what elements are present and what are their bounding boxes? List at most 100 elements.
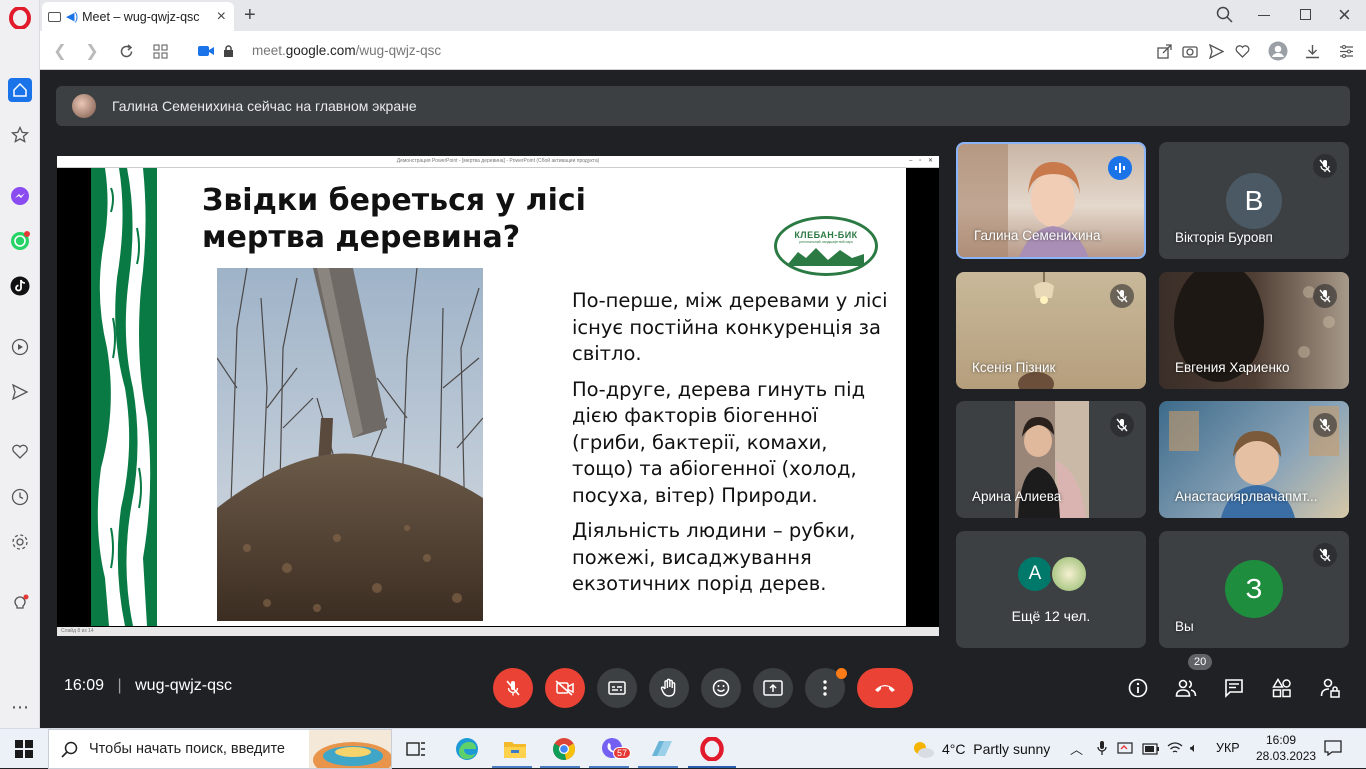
powerpoint-window-title: Демонстрация PowerPoint - [мертва дереви… bbox=[396, 158, 600, 164]
easy-setup-grid-icon[interactable] bbox=[150, 41, 170, 61]
forest-photo bbox=[217, 268, 483, 621]
back-icon[interactable]: ❮ bbox=[50, 41, 70, 61]
more-options-button[interactable] bbox=[805, 668, 847, 708]
snipping-tool-icon[interactable] bbox=[650, 737, 674, 761]
opera-taskbar-icon[interactable] bbox=[700, 737, 724, 761]
minimize-button[interactable] bbox=[1258, 15, 1270, 16]
lightbulb-icon[interactable] bbox=[8, 591, 32, 615]
partly-sunny-icon bbox=[914, 742, 934, 758]
language-indicator[interactable]: УКР bbox=[1216, 741, 1240, 755]
battery-tray-icon[interactable] bbox=[1142, 742, 1160, 760]
network-tray-icon[interactable] bbox=[1117, 740, 1133, 761]
slide-counter: Слайд 8 из 14 bbox=[61, 628, 94, 634]
participant-name: Арина Алиева bbox=[972, 489, 1062, 504]
slide-paragraph-3: Діяльність людини – рубки, пожежі, висад… bbox=[572, 519, 856, 595]
reactions-button[interactable] bbox=[701, 668, 741, 708]
close-window-button[interactable]: × bbox=[1338, 2, 1351, 28]
participant-tile[interactable]: Евгения Хариенко bbox=[1159, 272, 1349, 389]
settings-gear-icon[interactable] bbox=[8, 530, 32, 554]
speaker-icon[interactable]: ◀) bbox=[66, 10, 78, 23]
weather-widget[interactable]: 4°C Partly sunny bbox=[910, 739, 1050, 759]
camera-toggle-button[interactable] bbox=[545, 668, 585, 708]
captions-icon bbox=[608, 681, 626, 695]
reload-icon[interactable] bbox=[116, 41, 136, 61]
taskbar-search[interactable]: Чтобы начать поиск, введите bbox=[48, 729, 392, 769]
bookmark-heart-icon[interactable] bbox=[1232, 41, 1252, 61]
volume-tray-icon[interactable]: 🔈︎ bbox=[1190, 740, 1198, 756]
restore-button[interactable] bbox=[1300, 9, 1311, 20]
powerpoint-statusbar: Слайд 8 из 14 bbox=[57, 627, 939, 636]
meeting-details-button[interactable] bbox=[1126, 676, 1150, 700]
camera-active-icon[interactable] bbox=[196, 41, 216, 61]
more-dots-icon[interactable]: ⋯ bbox=[8, 695, 32, 719]
forward-icon[interactable]: ❯ bbox=[82, 41, 102, 61]
microphone-tray-icon[interactable] bbox=[1097, 740, 1107, 761]
edge-icon[interactable] bbox=[455, 737, 479, 761]
file-explorer-icon[interactable] bbox=[503, 737, 527, 761]
present-icon bbox=[763, 680, 783, 696]
profile-icon[interactable] bbox=[1268, 41, 1288, 61]
tab-meet[interactable]: ◀) Meet – wug-qwjz-qsc × bbox=[42, 2, 234, 31]
taskbar-clock[interactable]: 16:09 28.03.2023 bbox=[1256, 732, 1316, 764]
opera-sidebar: ⋯ bbox=[0, 0, 40, 728]
avatar: З bbox=[1225, 560, 1283, 618]
notifications-icon[interactable] bbox=[1324, 739, 1342, 762]
people-icon bbox=[1175, 679, 1197, 697]
opera-logo-icon[interactable] bbox=[8, 6, 32, 30]
host-controls-button[interactable] bbox=[1318, 676, 1342, 700]
share-icon[interactable] bbox=[1154, 41, 1174, 61]
leave-call-button[interactable] bbox=[857, 668, 913, 708]
slide-title: Звідки береться у лісі мертва деревина? bbox=[202, 182, 642, 256]
raise-hand-button[interactable] bbox=[649, 668, 689, 708]
wifi-tray-icon[interactable] bbox=[1167, 741, 1183, 760]
tiktok-icon[interactable] bbox=[8, 274, 32, 298]
history-clock-icon[interactable] bbox=[8, 485, 32, 509]
viber-icon[interactable]: 57 bbox=[601, 737, 632, 761]
bookmarks-star-icon[interactable] bbox=[8, 123, 32, 147]
chat-button[interactable] bbox=[1222, 676, 1246, 700]
send-to-flow-icon[interactable] bbox=[1206, 41, 1226, 61]
search-placeholder: Чтобы начать поиск, введите bbox=[89, 741, 285, 757]
home-icon[interactable] bbox=[8, 78, 32, 102]
heart-icon[interactable] bbox=[8, 440, 32, 464]
participant-tile[interactable]: B Вікторія Буровп bbox=[1159, 142, 1349, 259]
participant-tile[interactable]: Галина Семенихина bbox=[956, 142, 1146, 259]
tab-search-icon[interactable] bbox=[1216, 6, 1233, 28]
downloads-icon[interactable] bbox=[1302, 41, 1322, 61]
lock-icon[interactable] bbox=[218, 41, 238, 61]
mic-toggle-button[interactable] bbox=[493, 668, 533, 708]
shapes-icon bbox=[1272, 678, 1291, 698]
people-button[interactable]: 20 bbox=[1174, 654, 1213, 700]
snapshot-camera-icon[interactable] bbox=[1180, 41, 1200, 61]
messenger-icon[interactable] bbox=[8, 184, 32, 208]
more-participants-label: Ещё 12 чел. bbox=[1011, 608, 1091, 624]
task-view-icon[interactable] bbox=[404, 737, 428, 761]
slide-body-text: По-перше, між деревами у лісі існує пост… bbox=[572, 288, 892, 607]
show-hidden-icons-icon[interactable]: ︿ bbox=[1070, 739, 1083, 758]
participant-tile[interactable]: Арина Алиева bbox=[956, 401, 1146, 518]
participant-tile[interactable]: Анастасияp​лвачапмт... bbox=[1159, 401, 1349, 518]
birch-bark-stripe bbox=[91, 168, 157, 626]
chrome-icon[interactable] bbox=[552, 737, 576, 761]
shared-screen[interactable]: Демонстрация PowerPoint - [мертва дереви… bbox=[57, 156, 939, 636]
easy-setup-menu-icon[interactable] bbox=[1336, 41, 1356, 61]
whatsapp-icon[interactable] bbox=[8, 229, 32, 253]
park-logo-title: КЛЕБАН-БИК bbox=[794, 230, 858, 240]
windows-start-icon[interactable] bbox=[12, 737, 36, 761]
participant-tile[interactable]: Ксенія Пізник bbox=[956, 272, 1146, 389]
captions-button[interactable] bbox=[597, 668, 637, 708]
activities-button[interactable] bbox=[1270, 676, 1294, 700]
more-participants-tile[interactable]: A Ещё 12 чел. bbox=[956, 531, 1146, 648]
tab-title: Meet – wug-qwjz-qsc bbox=[82, 9, 200, 24]
send-icon[interactable] bbox=[8, 380, 32, 404]
more-vert-icon bbox=[823, 680, 827, 696]
player-icon[interactable] bbox=[8, 335, 32, 359]
url-text[interactable]: meet.google.com/wug-qwjz-qsc bbox=[252, 43, 441, 58]
present-screen-button[interactable] bbox=[753, 668, 793, 708]
tab-bar: ◀) Meet – wug-qwjz-qsc × + × bbox=[40, 0, 1366, 31]
tab-close-icon[interactable]: × bbox=[217, 8, 226, 26]
avatar: A bbox=[1016, 555, 1054, 593]
weather-text: 4°C Partly sunny bbox=[942, 741, 1051, 757]
new-tab-button[interactable]: + bbox=[244, 4, 256, 27]
self-tile[interactable]: З Вы bbox=[1159, 531, 1349, 648]
